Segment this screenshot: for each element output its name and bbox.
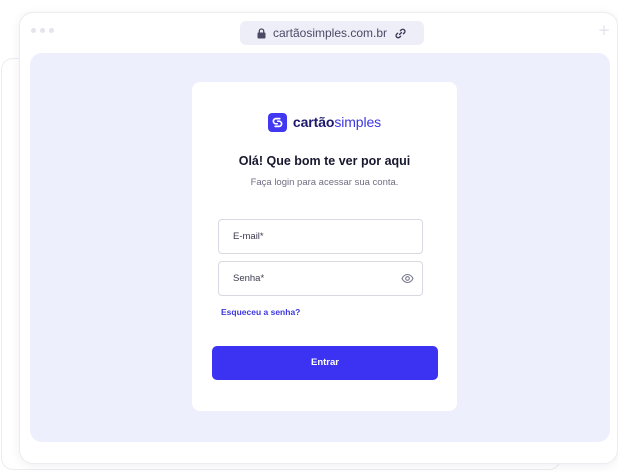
login-card: cartãosimples Olá! Que bom te ver por aq…	[192, 82, 457, 411]
password-field[interactable]: Senha*	[218, 261, 423, 296]
email-placeholder: E-mail*	[233, 231, 264, 242]
login-subtitle: Faça login para acessar sua conta.	[250, 177, 399, 188]
brand-name-bold: cartão	[292, 114, 335, 130]
window-dot-minimize[interactable]	[40, 28, 45, 33]
eye-icon[interactable]	[401, 273, 414, 287]
window-dot-close[interactable]	[31, 28, 36, 33]
lock-icon	[257, 27, 266, 39]
login-heading: Olá! Que bom te ver por aqui	[238, 154, 411, 168]
brand-name: cartãosimples	[293, 114, 381, 130]
window-dot-maximize[interactable]	[49, 28, 54, 33]
browser-window: cartãosimples.com.br + cartãosimples Olá…	[19, 12, 618, 464]
address-bar[interactable]: cartãosimples.com.br	[240, 21, 424, 45]
brand-name-regular: simples	[334, 114, 382, 130]
url-text: cartãosimples.com.br	[272, 26, 388, 40]
cartaosimples-logo-icon	[267, 112, 287, 132]
plus-icon[interactable]: +	[597, 23, 611, 38]
brand-logo: cartãosimples	[192, 111, 457, 133]
login-submit-button[interactable]: Entrar	[212, 346, 438, 380]
link-icon[interactable]	[394, 27, 407, 40]
forgot-password-link[interactable]: Esqueceu a senha?	[221, 307, 300, 317]
page-viewport: cartãosimples Olá! Que bom te ver por aq…	[30, 53, 610, 442]
email-field[interactable]: E-mail*	[218, 219, 423, 254]
window-controls	[31, 28, 54, 33]
password-placeholder: Senha*	[233, 273, 265, 284]
